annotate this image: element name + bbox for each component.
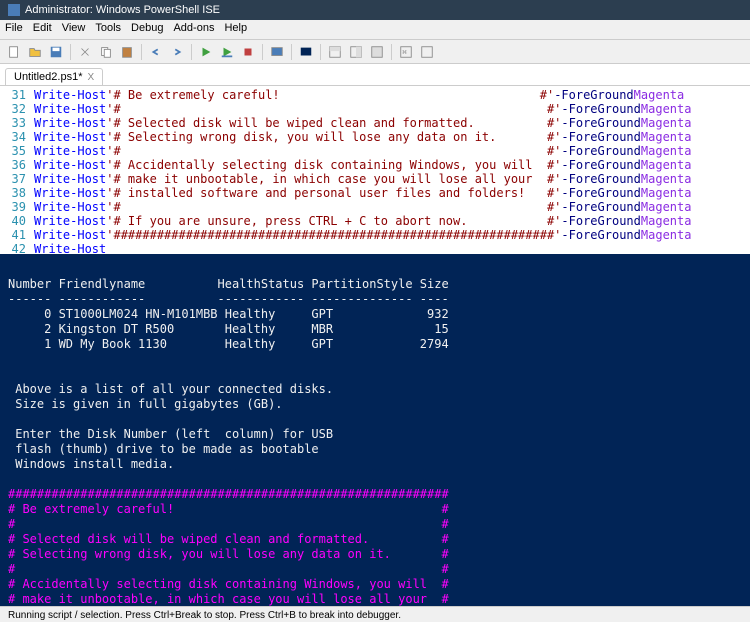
line-number: 39 [0, 200, 34, 214]
paste-button[interactable] [118, 43, 136, 61]
console-pane[interactable]: Number Friendlyname HealthStatus Partiti… [0, 254, 750, 606]
toolbar-separator [391, 44, 392, 60]
tab-untitled2[interactable]: Untitled2.ps1* X [5, 68, 103, 85]
toolbar-separator [191, 44, 192, 60]
open-button[interactable] [26, 43, 44, 61]
menu-file[interactable]: File [5, 22, 23, 37]
editor-line: 42Write-Host [0, 242, 750, 254]
editor-line: 37Write-Host '# make it unbootable, in w… [0, 172, 750, 186]
show-command-addon-button[interactable] [418, 43, 436, 61]
line-number: 41 [0, 228, 34, 242]
tab-close-button[interactable]: X [88, 72, 95, 83]
line-number: 32 [0, 102, 34, 116]
toolbar-separator [70, 44, 71, 60]
menu-help[interactable]: Help [224, 22, 247, 37]
stop-button[interactable] [239, 43, 257, 61]
editor-line: 39Write-Host '# #' -ForeGround Magenta [0, 200, 750, 214]
editor-line: 40Write-Host '# If you are unsure, press… [0, 214, 750, 228]
line-number: 36 [0, 158, 34, 172]
editor-line: 38Write-Host '# installed software and p… [0, 186, 750, 200]
editor-line: 36Write-Host '# Accidentally selecting d… [0, 158, 750, 172]
tab-bar: Untitled2.ps1* X [0, 64, 750, 86]
line-number: 40 [0, 214, 34, 228]
line-number: 42 [0, 242, 34, 254]
editor-line: 31Write-Host '# Be extremely careful! #'… [0, 88, 750, 102]
script-editor[interactable]: 31Write-Host '# Be extremely careful! #'… [0, 86, 750, 254]
toolbar-separator [291, 44, 292, 60]
line-number: 38 [0, 186, 34, 200]
editor-line: 32Write-Host '# #' -ForeGround Magenta [0, 102, 750, 116]
line-number: 37 [0, 172, 34, 186]
cut-button[interactable] [76, 43, 94, 61]
show-script-button[interactable] [326, 43, 344, 61]
toolbar: ⌘ [0, 40, 750, 64]
copy-button[interactable] [97, 43, 115, 61]
statusbar: Running script / selection. Press Ctrl+B… [0, 606, 750, 622]
editor-line: 41Write-Host '##########################… [0, 228, 750, 242]
editor-line: 35Write-Host '# #' -ForeGround Magenta [0, 144, 750, 158]
tab-label: Untitled2.ps1* [14, 71, 83, 83]
menu-edit[interactable]: Edit [33, 22, 52, 37]
show-script-max-button[interactable] [368, 43, 386, 61]
run-button[interactable] [197, 43, 215, 61]
save-button[interactable] [47, 43, 65, 61]
show-script-right-button[interactable] [347, 43, 365, 61]
powershell-tab-button[interactable] [297, 43, 315, 61]
toolbar-separator [320, 44, 321, 60]
menubar: File Edit View Tools Debug Add-ons Help [0, 20, 750, 40]
new-button[interactable] [5, 43, 23, 61]
undo-button[interactable] [147, 43, 165, 61]
window-titlebar: Administrator: Windows PowerShell ISE [0, 0, 750, 20]
editor-line: 34Write-Host '# Selecting wrong disk, yo… [0, 130, 750, 144]
window-title: Administrator: Windows PowerShell ISE [25, 4, 220, 16]
show-command-button[interactable]: ⌘ [397, 43, 415, 61]
new-remote-tab-button[interactable] [268, 43, 286, 61]
editor-line: 33Write-Host '# Selected disk will be wi… [0, 116, 750, 130]
status-text: Running script / selection. Press Ctrl+B… [8, 610, 401, 621]
toolbar-separator [141, 44, 142, 60]
menu-debug[interactable]: Debug [131, 22, 163, 37]
svg-text:⌘: ⌘ [403, 48, 407, 56]
menu-tools[interactable]: Tools [95, 22, 121, 37]
line-number: 34 [0, 130, 34, 144]
app-icon [8, 4, 20, 16]
line-number: 35 [0, 144, 34, 158]
run-selection-button[interactable] [218, 43, 236, 61]
menu-addons[interactable]: Add-ons [173, 22, 214, 37]
toolbar-separator [262, 44, 263, 60]
line-number: 33 [0, 116, 34, 130]
line-number: 31 [0, 88, 34, 102]
menu-view[interactable]: View [62, 22, 86, 37]
redo-button[interactable] [168, 43, 186, 61]
